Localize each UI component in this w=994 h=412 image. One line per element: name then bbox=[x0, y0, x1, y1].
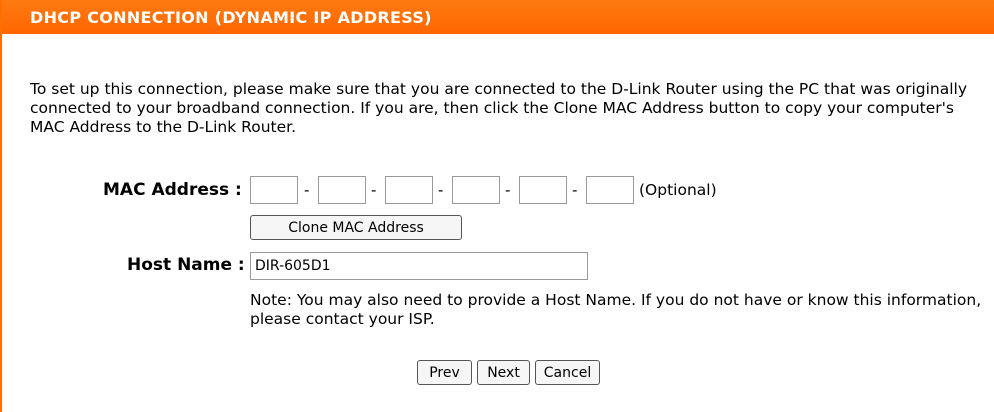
prev-button[interactable]: Prev bbox=[417, 360, 472, 385]
mac-octet-3-input[interactable] bbox=[385, 176, 433, 204]
mac-separator: - bbox=[505, 181, 511, 199]
mac-octet-6-input[interactable] bbox=[586, 176, 634, 204]
optional-label: (Optional) bbox=[639, 181, 717, 199]
dhcp-connection-panel: DHCP CONNECTION (DYNAMIC IP ADDRESS) To … bbox=[0, 0, 994, 412]
host-name-note: Note: You may also need to provide a Hos… bbox=[250, 291, 982, 328]
mac-octet-1-input[interactable] bbox=[250, 176, 298, 204]
mac-address-label: MAC Address : bbox=[103, 180, 242, 200]
clone-mac-address-button[interactable]: Clone MAC Address bbox=[250, 215, 462, 240]
mac-octet-5-input[interactable] bbox=[519, 176, 567, 204]
host-name-label: Host Name : bbox=[127, 255, 245, 275]
mac-separator: - bbox=[371, 181, 377, 199]
cancel-button[interactable]: Cancel bbox=[535, 360, 600, 385]
mac-octet-4-input[interactable] bbox=[452, 176, 500, 204]
mac-separator: - bbox=[572, 181, 578, 199]
section-header: DHCP CONNECTION (DYNAMIC IP ADDRESS) bbox=[2, 0, 994, 34]
mac-separator: - bbox=[304, 181, 310, 199]
section-title: DHCP CONNECTION (DYNAMIC IP ADDRESS) bbox=[30, 8, 432, 27]
mac-separator: - bbox=[438, 181, 444, 199]
instructions-text: To set up this connection, please make s… bbox=[30, 80, 968, 136]
mac-octet-2-input[interactable] bbox=[318, 176, 366, 204]
next-button[interactable]: Next bbox=[477, 360, 530, 385]
host-name-input[interactable] bbox=[250, 252, 588, 280]
